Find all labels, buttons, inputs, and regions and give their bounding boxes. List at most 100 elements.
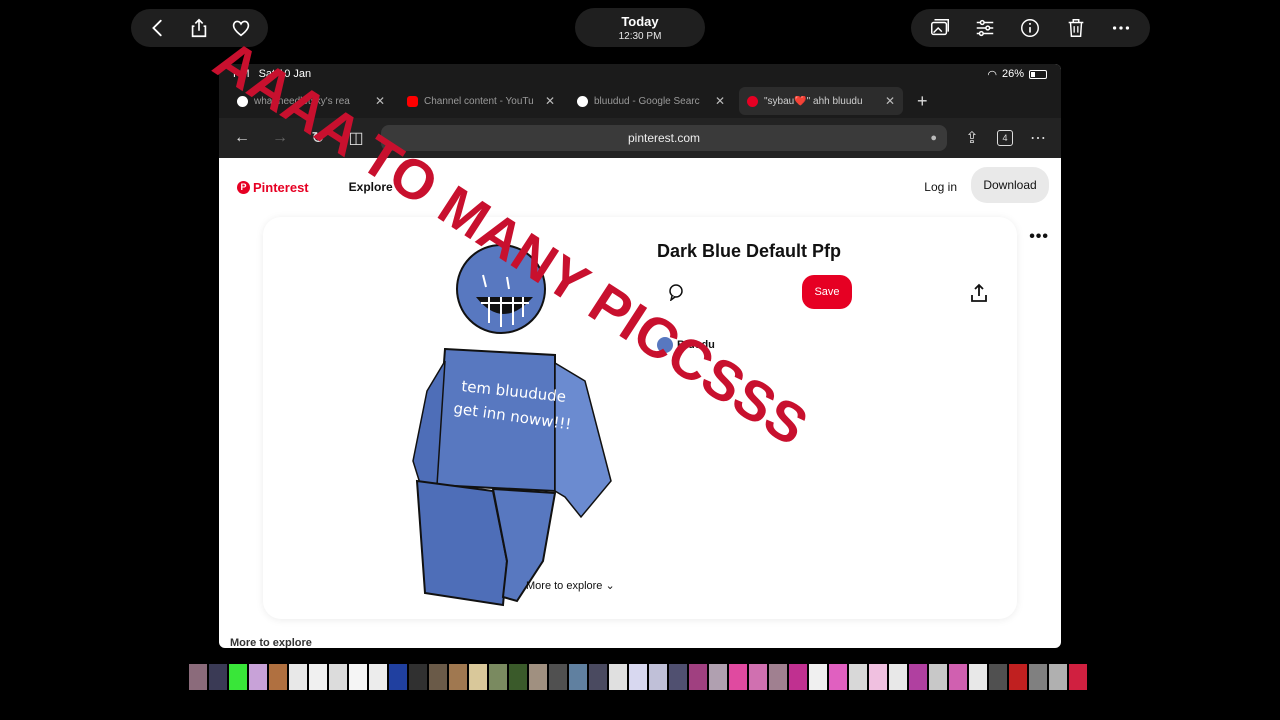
photos-icon[interactable] — [928, 16, 952, 40]
heart-icon[interactable] — [229, 16, 253, 40]
more-to-explore-button[interactable]: More to explore ⌄ — [526, 579, 615, 592]
new-tab-icon[interactable]: + — [909, 91, 936, 112]
thumbnail[interactable] — [329, 664, 347, 690]
close-tab-icon[interactable]: ✕ — [715, 94, 725, 108]
google-favicon-icon — [577, 95, 588, 107]
thumbnail[interactable] — [809, 664, 827, 690]
reload-icon[interactable]: ↻ — [305, 128, 331, 148]
thumbnail[interactable] — [569, 664, 587, 690]
trash-icon[interactable] — [1064, 16, 1088, 40]
camera-icon[interactable]: ◫ — [343, 128, 369, 148]
thumbnail[interactable] — [1069, 664, 1087, 690]
thumbnail[interactable] — [1029, 664, 1047, 690]
thumbnail[interactable] — [709, 664, 727, 690]
thumbnail[interactable] — [849, 664, 867, 690]
upload-share-icon[interactable] — [969, 283, 989, 303]
thumbnail[interactable] — [649, 664, 667, 690]
browser-forward-icon[interactable]: → — [267, 129, 293, 147]
thumbnail[interactable] — [769, 664, 787, 690]
thumbnail[interactable] — [989, 664, 1007, 690]
thumbnail[interactable] — [309, 664, 327, 690]
thumbnail[interactable] — [829, 664, 847, 690]
thumbnail[interactable] — [549, 664, 567, 690]
thumbnail[interactable] — [629, 664, 647, 690]
thumbnail[interactable] — [469, 664, 487, 690]
chevron-down-icon: ⌄ — [396, 180, 407, 194]
pin-title: Dark Blue Default Pfp — [657, 241, 842, 261]
browser-tab[interactable]: what needletsky's rea ✕ — [229, 87, 393, 115]
thumbnail[interactable] — [409, 664, 427, 690]
thumbnail[interactable] — [949, 664, 967, 690]
browser-share-icon[interactable]: ⇪ — [959, 128, 985, 148]
thumbnail[interactable] — [929, 664, 947, 690]
thumbnail[interactable] — [869, 664, 887, 690]
thumbnail[interactable] — [529, 664, 547, 690]
browser-back-icon[interactable]: ← — [229, 129, 255, 147]
thumbnail[interactable] — [1049, 664, 1067, 690]
thumbnail[interactable] — [969, 664, 987, 690]
close-tab-icon[interactable]: ✕ — [375, 94, 385, 108]
photo-actions-group — [911, 9, 1150, 47]
explore-menu[interactable]: Explore ⌄ — [349, 180, 406, 194]
thumbnail[interactable] — [429, 664, 447, 690]
thumbnail[interactable] — [669, 664, 687, 690]
address-bar[interactable]: pinterest.com ● — [381, 125, 947, 151]
close-tab-icon[interactable]: ✕ — [545, 94, 555, 108]
adjust-icon[interactable] — [973, 16, 997, 40]
download-button[interactable]: Download — [971, 167, 1049, 203]
more-options-icon[interactable]: ••• — [1029, 228, 1049, 246]
thumbnail[interactable] — [509, 664, 527, 690]
wifi-icon: ◠ — [987, 68, 997, 81]
date-title: Today — [621, 13, 659, 29]
more-to-explore-heading: More to explore — [230, 637, 312, 648]
more-to-explore-label: More to explore — [526, 580, 603, 592]
thumbnail[interactable] — [389, 664, 407, 690]
thumbnail[interactable] — [289, 664, 307, 690]
comment-icon[interactable] — [667, 283, 685, 302]
mic-icon[interactable]: ● — [930, 132, 937, 144]
share-icon[interactable] — [187, 16, 211, 40]
pin-author[interactable]: Bluudu — [657, 337, 715, 353]
thumbnail[interactable] — [229, 664, 247, 690]
pinterest-header: P Pinterest Explore ⌄ Log in Download — [219, 158, 1061, 216]
thumbnail[interactable] — [729, 664, 747, 690]
thumbnail[interactable] — [489, 664, 507, 690]
browser-more-icon[interactable]: ⋯ — [1025, 128, 1051, 148]
thumbnail[interactable] — [449, 664, 467, 690]
thumbnail[interactable] — [269, 664, 287, 690]
browser-tabs: what needletsky's rea ✕ Channel content … — [219, 84, 1061, 118]
more-icon[interactable] — [1109, 16, 1133, 40]
browser-tab[interactable]: bluudud - Google Searc ✕ — [569, 87, 733, 115]
thumbnail[interactable] — [689, 664, 707, 690]
save-button[interactable]: Save — [802, 275, 852, 309]
pin-card: tem bluudude get inn noww!!! Dark Blue D… — [263, 217, 1017, 619]
browser-tab-active[interactable]: "sybau❤️" ahh bluudu ✕ — [739, 87, 903, 115]
thumbnail[interactable] — [909, 664, 927, 690]
thumbnail[interactable] — [249, 664, 267, 690]
close-tab-icon[interactable]: ✕ — [885, 94, 895, 108]
thumbnail[interactable] — [889, 664, 907, 690]
thumbnail[interactable] — [209, 664, 227, 690]
info-icon[interactable] — [1018, 16, 1042, 40]
date-header: Today 12:30 PM — [575, 8, 705, 47]
back-icon[interactable] — [146, 16, 170, 40]
thumbnail[interactable] — [749, 664, 767, 690]
thumbnail[interactable] — [369, 664, 387, 690]
pin-image[interactable]: tem bluudude get inn noww!!! — [293, 231, 635, 607]
login-button[interactable]: Log in — [924, 180, 957, 194]
thumbnail[interactable] — [189, 664, 207, 690]
tab-count-icon[interactable]: 4 — [997, 130, 1013, 146]
pinterest-logo[interactable]: P Pinterest — [237, 180, 309, 195]
chevron-down-icon: ⌄ — [605, 580, 615, 592]
author-name: Bluudu — [677, 339, 715, 351]
thumbnail[interactable] — [609, 664, 627, 690]
thumbnail[interactable] — [789, 664, 807, 690]
ipad-status-bar: PM Sat 10 Jan ◠ 26% — [219, 64, 1061, 84]
youtube-favicon-icon — [407, 95, 418, 107]
thumbnail[interactable] — [349, 664, 367, 690]
battery-level: 26% — [1001, 68, 1024, 80]
thumbnail[interactable] — [589, 664, 607, 690]
character-drawing: tem bluudude get inn noww!!! — [412, 244, 612, 607]
browser-tab[interactable]: Channel content - YouTu ✕ — [399, 87, 563, 115]
thumbnail[interactable] — [1009, 664, 1027, 690]
